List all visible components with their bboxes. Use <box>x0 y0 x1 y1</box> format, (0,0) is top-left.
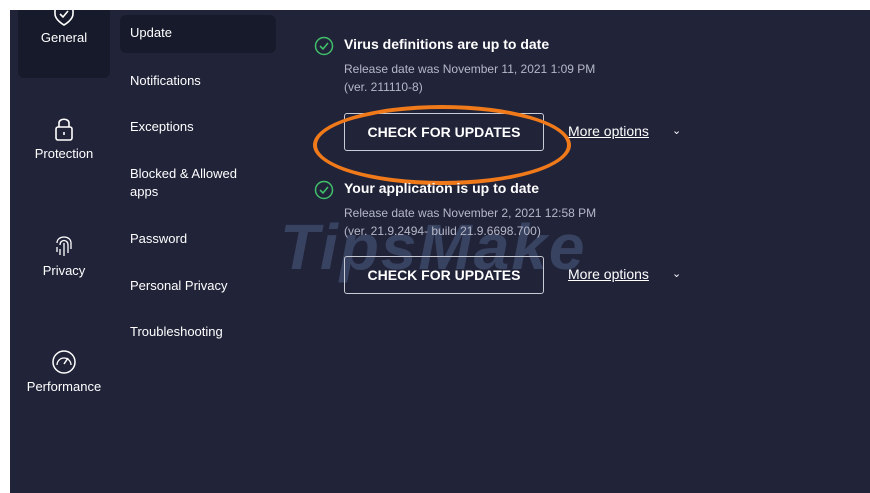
submenu-item-troubleshooting[interactable]: Troubleshooting <box>120 323 276 341</box>
more-options-link[interactable]: More options <box>568 266 649 282</box>
check-circle-icon <box>314 180 334 200</box>
submenu-item-update[interactable]: Update <box>120 15 276 53</box>
rail-item-performance[interactable]: Performance <box>18 349 110 394</box>
settings-submenu: Update Notifications Exceptions Blocked … <box>118 10 288 493</box>
rail-item-privacy[interactable]: Privacy <box>18 233 110 278</box>
submenu-item-exceptions[interactable]: Exceptions <box>120 118 276 136</box>
version-text: (ver. 211110-8) <box>344 80 423 94</box>
rail-item-label: Privacy <box>42 263 86 278</box>
check-for-updates-button[interactable]: CHECK FOR UPDATES <box>344 256 544 294</box>
category-rail: General Protection Privacy Performance <box>10 10 120 493</box>
speedometer-icon <box>52 350 76 374</box>
version-text: (ver. 21.9.2494- build 21.9.6698.700) <box>344 224 541 238</box>
rail-item-label: General <box>40 30 88 45</box>
submenu-item-blocked-allowed-apps[interactable]: Blocked & Allowed apps <box>120 165 276 201</box>
rail-item-protection[interactable]: Protection <box>18 116 110 161</box>
fingerprint-icon <box>56 236 72 256</box>
app-window: General Protection Privacy Performance U… <box>10 10 870 493</box>
submenu-item-label: Notifications <box>130 73 201 88</box>
status-title: Your application is up to date <box>344 180 539 196</box>
check-circle-icon <box>314 36 334 56</box>
lock-icon <box>55 118 73 141</box>
submenu-item-label: Blocked & Allowed apps <box>130 166 237 199</box>
chevron-down-icon[interactable]: ⌄ <box>672 267 681 280</box>
release-date-text: Release date was November 2, 2021 12:58 … <box>344 206 597 220</box>
rail-item-general[interactable]: General <box>18 10 110 78</box>
rail-item-label: Performance <box>26 379 102 394</box>
submenu-item-personal-privacy[interactable]: Personal Privacy <box>120 277 276 295</box>
shield-icon <box>54 10 74 26</box>
rail-item-label: Protection <box>34 146 94 161</box>
submenu-item-label: Password <box>130 231 188 246</box>
more-options-link[interactable]: More options <box>568 123 649 139</box>
submenu-item-label: Personal Privacy <box>130 278 228 293</box>
submenu-item-password[interactable]: Password <box>120 230 276 248</box>
chevron-down-icon[interactable]: ⌄ <box>672 124 681 137</box>
release-date-text: Release date was November 11, 2021 1:09 … <box>344 62 596 76</box>
status-title: Virus definitions are up to date <box>344 36 550 52</box>
submenu-item-notifications[interactable]: Notifications <box>120 72 276 90</box>
submenu-item-label: Exceptions <box>130 119 194 134</box>
check-for-updates-button[interactable]: CHECK FOR UPDATES <box>344 113 544 151</box>
submenu-item-label: Troubleshooting <box>130 324 223 339</box>
submenu-item-label: Update <box>130 25 172 40</box>
